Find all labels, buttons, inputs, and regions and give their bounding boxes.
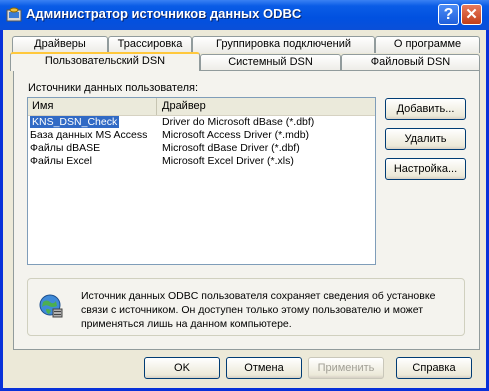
- odbc-app-icon: [6, 7, 22, 22]
- remove-button[interactable]: Удалить: [385, 128, 466, 150]
- window-title: Администратор источников данных ODBC: [26, 6, 302, 21]
- close-button[interactable]: ✕: [461, 4, 482, 25]
- column-header-name[interactable]: Имя: [28, 98, 157, 115]
- odbc-admin-window: Администратор источников данных ODBC ? ✕…: [0, 0, 489, 391]
- globe-database-icon: [39, 294, 63, 318]
- user-data-sources-label: Источники данных пользователя:: [28, 82, 199, 94]
- list-header: Имя Драйвер: [28, 98, 375, 116]
- list-item[interactable]: KNS_DSN_Check Driver do Microsoft dBase …: [28, 116, 375, 129]
- list-item[interactable]: Файлы Excel Microsoft Excel Driver (*.xl…: [28, 155, 375, 168]
- tab-drivers[interactable]: Драйверы: [12, 36, 108, 53]
- list-item[interactable]: Файлы dBASE Microsoft dBase Driver (*.db…: [28, 142, 375, 155]
- tab-system-dsn[interactable]: Системный DSN: [200, 54, 341, 71]
- help-title-button[interactable]: ?: [438, 4, 459, 25]
- list-item-name: KNS_DSN_Check: [30, 116, 120, 128]
- list-item[interactable]: База данных MS Access Microsoft Access D…: [28, 129, 375, 142]
- info-box: Источник данных ODBC пользователя сохран…: [27, 278, 465, 336]
- tab-about[interactable]: О программе: [375, 36, 480, 53]
- list-item-name: Файлы dBASE: [30, 142, 101, 154]
- list-item-driver: Microsoft dBase Driver (*.dbf): [162, 142, 300, 154]
- list-item-name: Файлы Excel: [30, 155, 92, 167]
- cancel-button[interactable]: Отмена: [226, 357, 302, 379]
- list-item-driver: Microsoft Excel Driver (*.xls): [162, 155, 294, 167]
- title-bar[interactable]: Администратор источников данных ODBC ? ✕: [0, 0, 489, 30]
- list-item-driver: Driver do Microsoft dBase (*.dbf): [162, 116, 315, 128]
- tab-connection-pooling[interactable]: Группировка подключений: [192, 36, 375, 53]
- column-header-driver[interactable]: Драйвер: [158, 98, 375, 115]
- ok-button[interactable]: OK: [144, 357, 220, 379]
- tab-file-dsn[interactable]: Файловый DSN: [341, 54, 480, 71]
- apply-button[interactable]: Применить: [308, 357, 384, 379]
- help-button[interactable]: Справка: [396, 357, 472, 379]
- add-button[interactable]: Добавить...: [385, 98, 466, 120]
- data-source-list[interactable]: Имя Драйвер KNS_DSN_Check Driver do Micr…: [27, 97, 376, 265]
- tab-tracing[interactable]: Трассировка: [108, 36, 192, 53]
- list-item-name: База данных MS Access: [30, 129, 148, 141]
- configure-button[interactable]: Настройка...: [385, 158, 466, 180]
- info-description: Источник данных ODBC пользователя сохран…: [81, 290, 436, 330]
- list-item-driver: Microsoft Access Driver (*.mdb): [162, 129, 310, 141]
- tab-user-dsn[interactable]: Пользовательский DSN: [10, 52, 200, 71]
